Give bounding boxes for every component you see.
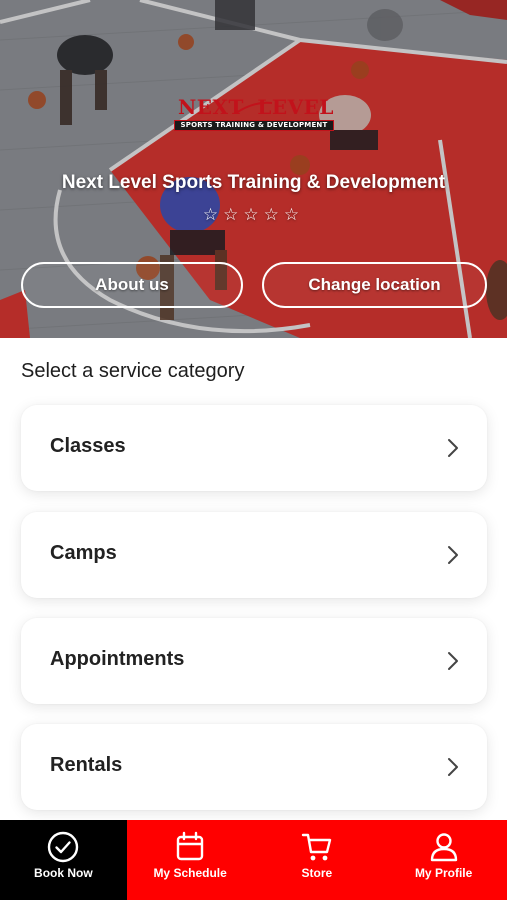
calendar-icon [176, 831, 204, 861]
star-rating: ☆☆☆☆☆ [202, 205, 305, 224]
category-label: Rentals [50, 754, 123, 776]
category-card-rentals[interactable]: Rentals [21, 724, 487, 810]
change-location-button[interactable]: Change location [262, 262, 487, 308]
nav-label: My Schedule [153, 866, 227, 880]
chevron-right-icon [448, 758, 458, 776]
chevron-right-icon [448, 652, 458, 670]
section-title: Select a service category [21, 360, 245, 382]
category-card-classes[interactable]: Classes [21, 405, 487, 491]
nav-my-profile[interactable]: My Profile [380, 820, 507, 900]
chevron-right-icon [448, 546, 458, 564]
logo-word-level: LEVEL [257, 95, 334, 119]
user-icon [430, 833, 457, 862]
nav-my-schedule[interactable]: My Schedule [126, 820, 254, 900]
category-label: Camps [50, 542, 117, 564]
cart-icon [301, 833, 332, 861]
bottom-navigation: Book Now My Schedule Store My Profile [0, 820, 507, 900]
hero-banner: NEXT LEVEL SPORTS TRAINING & DEVELOPMENT… [0, 0, 507, 338]
category-card-appointments[interactable]: Appointments [21, 618, 487, 704]
category-label: Classes [50, 435, 126, 457]
business-logo: NEXT LEVEL SPORTS TRAINING & DEVELOPMENT [172, 96, 336, 134]
nav-label: Book Now [34, 866, 93, 880]
chevron-right-icon [448, 439, 458, 457]
nav-book-now[interactable]: Book Now [0, 820, 127, 900]
category-label: Appointments [50, 648, 185, 670]
business-name: Next Level Sports Training & Development [61, 172, 446, 193]
nav-store[interactable]: Store [253, 820, 381, 900]
check-circle-icon [48, 831, 79, 863]
about-us-button[interactable]: About us [21, 262, 243, 308]
nav-label: Store [301, 866, 333, 880]
nav-label: My Profile [414, 866, 473, 880]
logo-tagline: SPORTS TRAINING & DEVELOPMENT [174, 120, 334, 131]
category-card-camps[interactable]: Camps [21, 512, 487, 598]
